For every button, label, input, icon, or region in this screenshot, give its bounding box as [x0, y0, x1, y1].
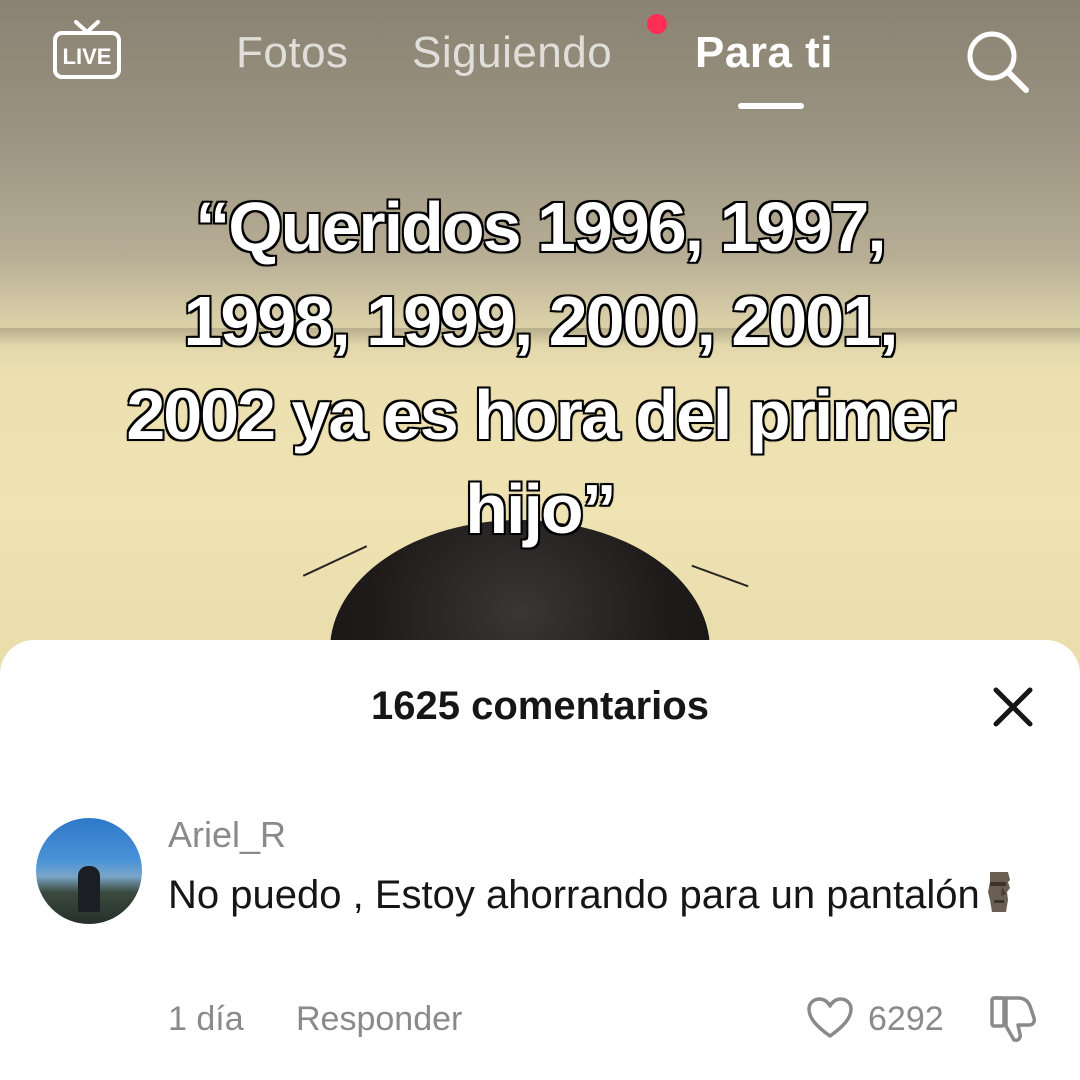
comment-timestamp: 1 día	[168, 1000, 244, 1038]
caption-line: 2002 ya es hora del primer	[125, 375, 957, 456]
moai-icon	[987, 872, 1010, 912]
reply-button[interactable]: Responder	[296, 1000, 462, 1039]
tab-fotos[interactable]: Fotos	[236, 28, 349, 78]
close-icon[interactable]	[990, 684, 1036, 730]
live-label: LIVE	[63, 44, 112, 69]
comment-author[interactable]: Ariel_R	[168, 814, 286, 856]
caption-line: “Queridos 1996, 1997,	[194, 187, 889, 268]
active-tab-indicator	[738, 103, 804, 109]
comment-text-body: No puedo , Estoy ahorrando para un panta…	[168, 873, 980, 917]
thumbs-down-icon[interactable]	[988, 992, 1040, 1044]
tab-siguiendo[interactable]: Siguiendo	[412, 28, 612, 78]
search-icon[interactable]	[960, 24, 1032, 96]
comment-text: No puedo , Estoy ahorrando para un panta…	[168, 866, 1028, 924]
comments-sheet: 1625 comentarios Ariel_R No puedo , Esto…	[0, 640, 1080, 1080]
live-tv-icon[interactable]: LIVE	[52, 18, 122, 82]
caption-line: hijo”	[464, 469, 618, 550]
tab-para-ti[interactable]: Para ti	[695, 28, 833, 78]
comments-count: 1625 comentarios	[371, 684, 709, 728]
avatar[interactable]	[36, 818, 142, 924]
avatar-figure	[78, 866, 100, 912]
caption-line: 1998, 1999, 2000, 2001,	[182, 281, 900, 362]
notification-dot	[647, 14, 667, 34]
heart-icon[interactable]	[806, 996, 854, 1040]
top-navigation: LIVE Fotos Siguiendo Para ti	[0, 0, 1080, 130]
hair-strand	[691, 564, 749, 588]
like-count: 6292	[868, 1000, 944, 1038]
comment-item: Ariel_R No puedo , Estoy ahorrando para …	[0, 810, 1080, 1070]
video-caption: “Queridos 1996, 1997, 1998, 1999, 2000, …	[80, 180, 1000, 556]
